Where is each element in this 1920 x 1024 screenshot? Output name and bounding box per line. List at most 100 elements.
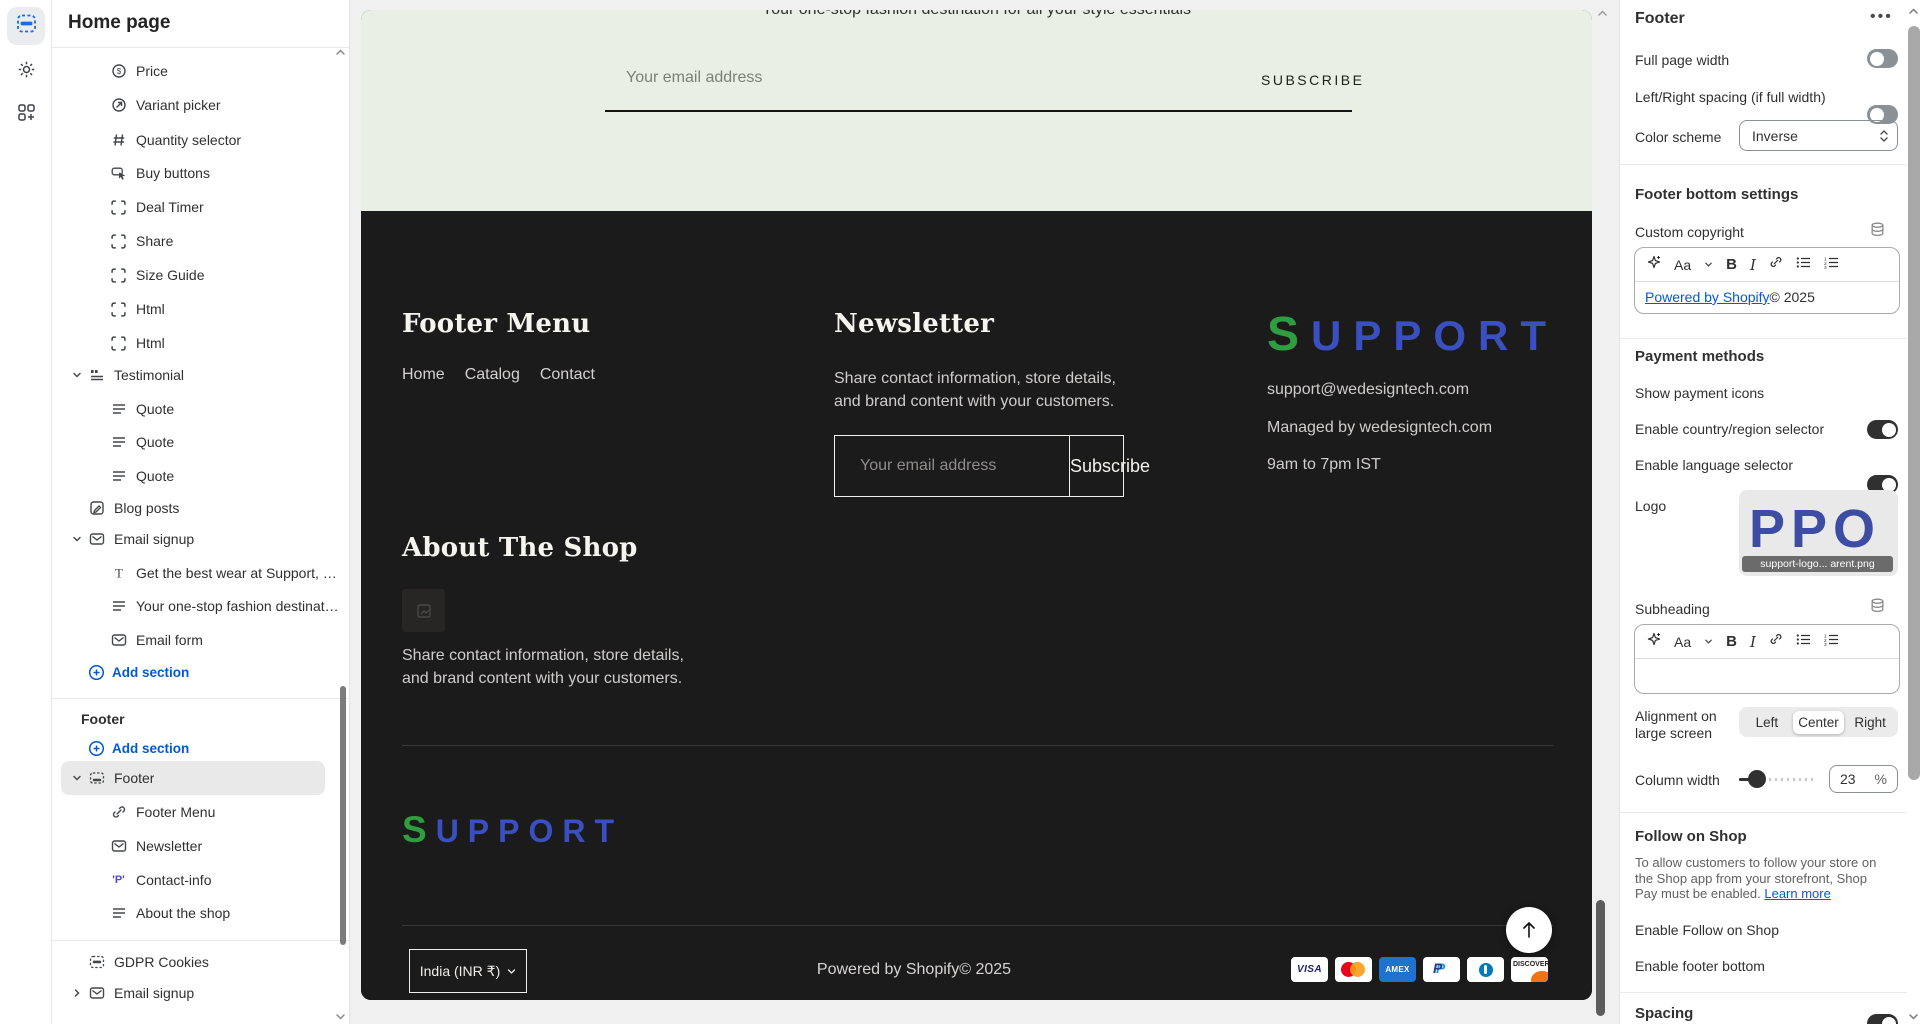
- scroll-down-icon[interactable]: [335, 1008, 346, 1024]
- powered-by-shopify-link[interactable]: Powered by Shopify: [1645, 289, 1770, 305]
- italic-button[interactable]: I: [1750, 256, 1756, 274]
- follow-on-shop-description: To allow customers to follow your store …: [1635, 855, 1887, 902]
- panel-scrollbar-thumb[interactable]: [1908, 26, 1920, 780]
- scroll-to-top-button[interactable]: [1506, 907, 1552, 953]
- sidebar-item-blog-posts[interactable]: Blog posts: [51, 491, 339, 525]
- magic-icon[interactable]: [1647, 632, 1661, 651]
- preview-scrollbar-thumb[interactable]: [1596, 900, 1605, 1016]
- chevron-down-icon[interactable]: [1704, 256, 1713, 274]
- bold-button[interactable]: B: [1726, 256, 1737, 273]
- sidebar-item-subtext[interactable]: Your one-stop fashion destinati...: [51, 589, 339, 623]
- chevron-down-icon[interactable]: [70, 370, 84, 380]
- numbered-list-icon[interactable]: 123: [1824, 633, 1839, 651]
- magic-icon[interactable]: [1647, 255, 1661, 274]
- learn-more-link[interactable]: Learn more: [1764, 886, 1830, 901]
- footer-link-catalog[interactable]: Catalog: [465, 366, 520, 384]
- sidebar-item-footer[interactable]: Footer: [61, 761, 325, 795]
- full-page-width-label: Full page width: [1635, 52, 1729, 68]
- sidebar-item-heading-text[interactable]: T Get the best wear at Support, th...: [51, 556, 339, 590]
- chevron-right-icon[interactable]: [70, 988, 84, 998]
- link-icon[interactable]: [1769, 255, 1783, 274]
- sidebar-item-deal-timer[interactable]: Deal Timer: [51, 190, 339, 224]
- chevron-down-icon[interactable]: [70, 773, 84, 783]
- theme-settings-button[interactable]: [7, 53, 45, 91]
- sidebar-item-label: Testimonial: [114, 367, 184, 383]
- subscribe-button[interactable]: SUBSCRIBE: [1261, 72, 1364, 88]
- column-width-slider-knob[interactable]: [1748, 770, 1766, 788]
- copyright-editor-content[interactable]: Powered by Shopify© 2025: [1635, 282, 1899, 312]
- sidebar-item-footer-menu[interactable]: Footer Menu: [51, 795, 339, 829]
- chevron-down-icon[interactable]: [70, 534, 84, 544]
- payment-icons: VISA AMEX PP DISCOVER: [1291, 957, 1548, 982]
- sidebar-item-quote[interactable]: Quote: [51, 392, 339, 426]
- subheading-editor-content[interactable]: [1635, 659, 1899, 673]
- bold-button[interactable]: B: [1726, 633, 1737, 650]
- text-style-button[interactable]: Aa: [1674, 257, 1691, 273]
- sidebar-item-variant-picker[interactable]: Variant picker: [51, 88, 339, 122]
- numbered-list-icon[interactable]: 123: [1824, 256, 1839, 274]
- sidebar-item-size-guide[interactable]: Size Guide: [51, 258, 339, 292]
- align-left-button[interactable]: Left: [1741, 711, 1793, 734]
- sidebar-item-html[interactable]: Html: [51, 292, 339, 326]
- enable-follow-toggle[interactable]: [1867, 1014, 1898, 1024]
- sidebar-item-price[interactable]: $ Price: [51, 54, 339, 88]
- custom-copyright-label: Custom copyright: [1635, 224, 1744, 240]
- country-region-selector[interactable]: India (INR ₹): [409, 949, 527, 993]
- color-scheme-select[interactable]: Inverse: [1739, 120, 1898, 151]
- newsletter-email-input[interactable]: [624, 68, 1008, 88]
- panel-scroll-down-icon[interactable]: [1908, 1008, 1919, 1024]
- sidebar-item-buy-buttons[interactable]: Buy buttons: [51, 156, 339, 190]
- sidebar-scrollbar-thumb[interactable]: [340, 686, 346, 945]
- logo-thumbnail[interactable]: PPO support-logo... arent.png: [1739, 490, 1898, 576]
- panel-scroll-up-icon[interactable]: [1908, 3, 1919, 21]
- footer-link-contact[interactable]: Contact: [540, 366, 595, 384]
- full-page-width-toggle[interactable]: [1867, 49, 1898, 68]
- italic-button[interactable]: I: [1750, 633, 1756, 651]
- subheading-richtext-editor[interactable]: Aa B I 123: [1634, 624, 1900, 694]
- link-icon[interactable]: [1769, 632, 1783, 651]
- sidebar-item-label: Quote: [136, 401, 174, 417]
- divider: [51, 47, 349, 48]
- footer-email-input[interactable]: [835, 436, 1069, 496]
- apps-button[interactable]: [7, 96, 45, 134]
- sidebar-item-testimonial[interactable]: Testimonial: [51, 358, 339, 392]
- add-section-button[interactable]: Add section: [51, 731, 339, 765]
- sections-tab-button[interactable]: [7, 7, 45, 45]
- sidebar-item-about-the-shop[interactable]: About the shop: [51, 896, 339, 930]
- sidebar-item-email-signup[interactable]: Email signup: [51, 522, 339, 556]
- more-options-button[interactable]: •••: [1870, 8, 1893, 26]
- align-right-button[interactable]: Right: [1844, 711, 1896, 734]
- arrow-up-icon: [1520, 920, 1538, 940]
- sidebar-item-contact-info[interactable]: 'P' Contact-info: [51, 863, 339, 897]
- sidebar-item-quantity-selector[interactable]: Quantity selector: [51, 123, 339, 157]
- sidebar-item-email-form[interactable]: Email form: [51, 623, 339, 657]
- dynamic-source-icon[interactable]: [1870, 598, 1885, 618]
- column-width-input[interactable]: 23 %: [1829, 765, 1898, 793]
- gear-icon: [17, 60, 36, 84]
- add-section-button[interactable]: Add section: [51, 655, 339, 689]
- sidebar-item-quote[interactable]: Quote: [51, 425, 339, 459]
- copyright-richtext-editor[interactable]: Aa B I 123 Powered by Shopify© 2025: [1634, 247, 1900, 314]
- testimonial-icon: [88, 367, 105, 384]
- footer-link-home[interactable]: Home: [402, 366, 445, 384]
- align-center-button[interactable]: Center: [1793, 711, 1845, 734]
- apps-icon: [17, 103, 36, 127]
- sidebar-item-html[interactable]: Html: [51, 326, 339, 360]
- visa-icon: VISA: [1291, 957, 1328, 982]
- preview-scroll-up-icon[interactable]: [1597, 5, 1608, 23]
- divider: [1620, 164, 1907, 165]
- bullet-list-icon[interactable]: [1796, 256, 1811, 274]
- email-signup-section-preview: Your one-stop fashion destination for al…: [361, 10, 1592, 211]
- footer-subscribe-button[interactable]: Subscribe: [1069, 436, 1150, 496]
- sidebar-item-gdpr-cookies[interactable]: GDPR Cookies: [51, 945, 339, 979]
- panel-title: Footer: [1635, 10, 1685, 28]
- text-style-button[interactable]: Aa: [1674, 634, 1691, 650]
- chevron-down-icon[interactable]: [1704, 633, 1713, 651]
- bullet-list-icon[interactable]: [1796, 633, 1811, 651]
- sidebar-item-newsletter[interactable]: Newsletter: [51, 829, 339, 863]
- show-payment-icons-toggle[interactable]: [1867, 420, 1898, 439]
- sidebar-item-quote[interactable]: Quote: [51, 459, 339, 493]
- dynamic-source-icon[interactable]: [1870, 222, 1885, 242]
- sidebar-item-email-signup-2[interactable]: Email signup: [51, 976, 339, 1010]
- sidebar-item-share[interactable]: Share: [51, 224, 339, 258]
